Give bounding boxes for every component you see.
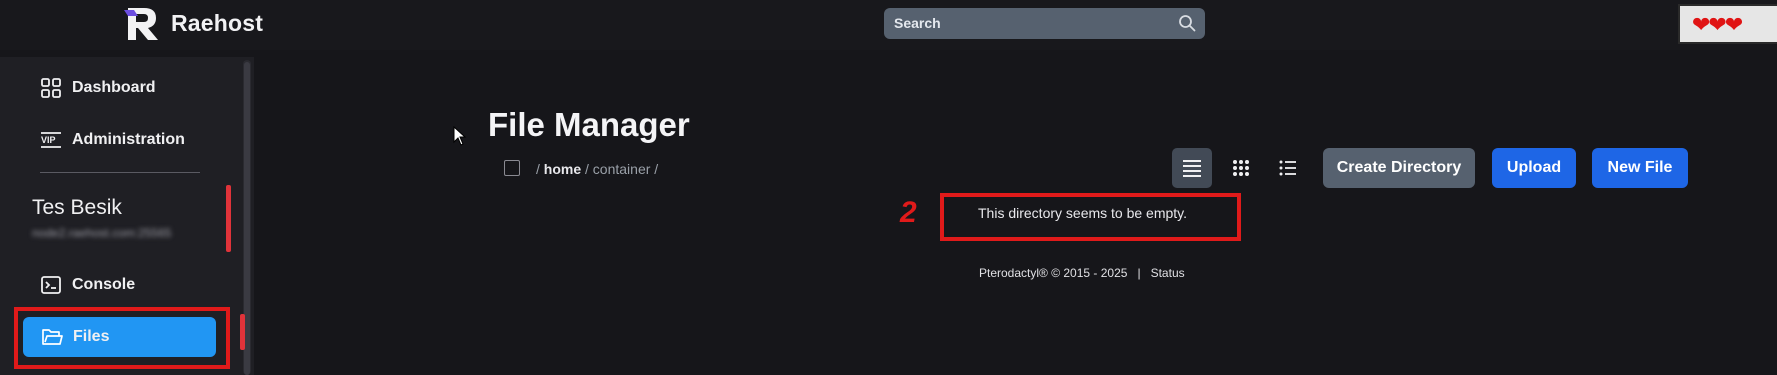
sidebar-item-label: Administration	[72, 131, 185, 148]
footer: Pterodactyl® © 2015 - 2025 | Status	[979, 266, 1185, 280]
raehost-logo-icon[interactable]	[124, 6, 162, 42]
terminal-icon	[41, 276, 61, 294]
annotation-box-files	[14, 307, 230, 369]
sidebar-item-label: Console	[72, 276, 136, 293]
grid-view-button[interactable]	[1221, 148, 1261, 188]
new-file-button[interactable]: New File	[1592, 148, 1688, 188]
server-address: node2.raehost.com:25565	[32, 226, 172, 240]
sidebar-divider	[40, 172, 200, 173]
grid-view-icon	[1233, 160, 1249, 176]
compact-list-button[interactable]	[1268, 148, 1308, 188]
breadcrumb-container[interactable]: container	[593, 161, 651, 177]
vip-icon: VIP	[41, 132, 61, 148]
files-accent-bar	[240, 314, 245, 350]
breadcrumb-separator: /	[585, 161, 589, 177]
create-directory-button[interactable]: Create Directory	[1323, 148, 1475, 188]
top-bar: Raehost Search ❤❤❤	[0, 0, 1777, 50]
search-icon	[1179, 15, 1196, 32]
list-view-button[interactable]	[1172, 148, 1212, 188]
compact-list-icon	[1279, 160, 1296, 176]
upload-button[interactable]: Upload	[1492, 148, 1576, 188]
mouse-cursor-icon	[453, 126, 467, 146]
search-placeholder: Search	[894, 15, 941, 31]
svg-text:VIP: VIP	[41, 135, 56, 145]
search-input[interactable]: Search	[884, 8, 1205, 39]
sidebar-item-label: Dashboard	[72, 79, 156, 96]
server-name: Tes Besik	[32, 196, 122, 219]
server-accent-bar	[226, 185, 231, 252]
breadcrumb-separator: /	[536, 161, 540, 177]
footer-status-link[interactable]: Status	[1151, 266, 1185, 280]
breadcrumb-home[interactable]: home	[544, 161, 581, 177]
sidebar-item-dashboard[interactable]: Dashboard	[40, 72, 156, 104]
breadcrumb-separator: /	[654, 161, 659, 177]
grid-icon	[41, 78, 61, 98]
brand-name[interactable]: Raehost	[171, 10, 263, 37]
empty-directory-message: This directory seems to be empty.	[978, 205, 1188, 221]
sidebar-item-console[interactable]: Console	[40, 269, 135, 301]
list-view-icon	[1183, 160, 1201, 177]
hearts-overlay: ❤❤❤	[1678, 4, 1777, 44]
sidebar-item-administration[interactable]: VIP Administration	[40, 124, 185, 156]
footer-separator: |	[1137, 266, 1141, 280]
select-all-checkbox[interactable]	[504, 160, 520, 176]
breadcrumb: / home / container /	[536, 161, 658, 177]
page-title: File Manager	[488, 106, 690, 143]
annotation-number: 2	[900, 196, 917, 229]
footer-copyright: Pterodactyl® © 2015 - 2025	[979, 266, 1128, 280]
